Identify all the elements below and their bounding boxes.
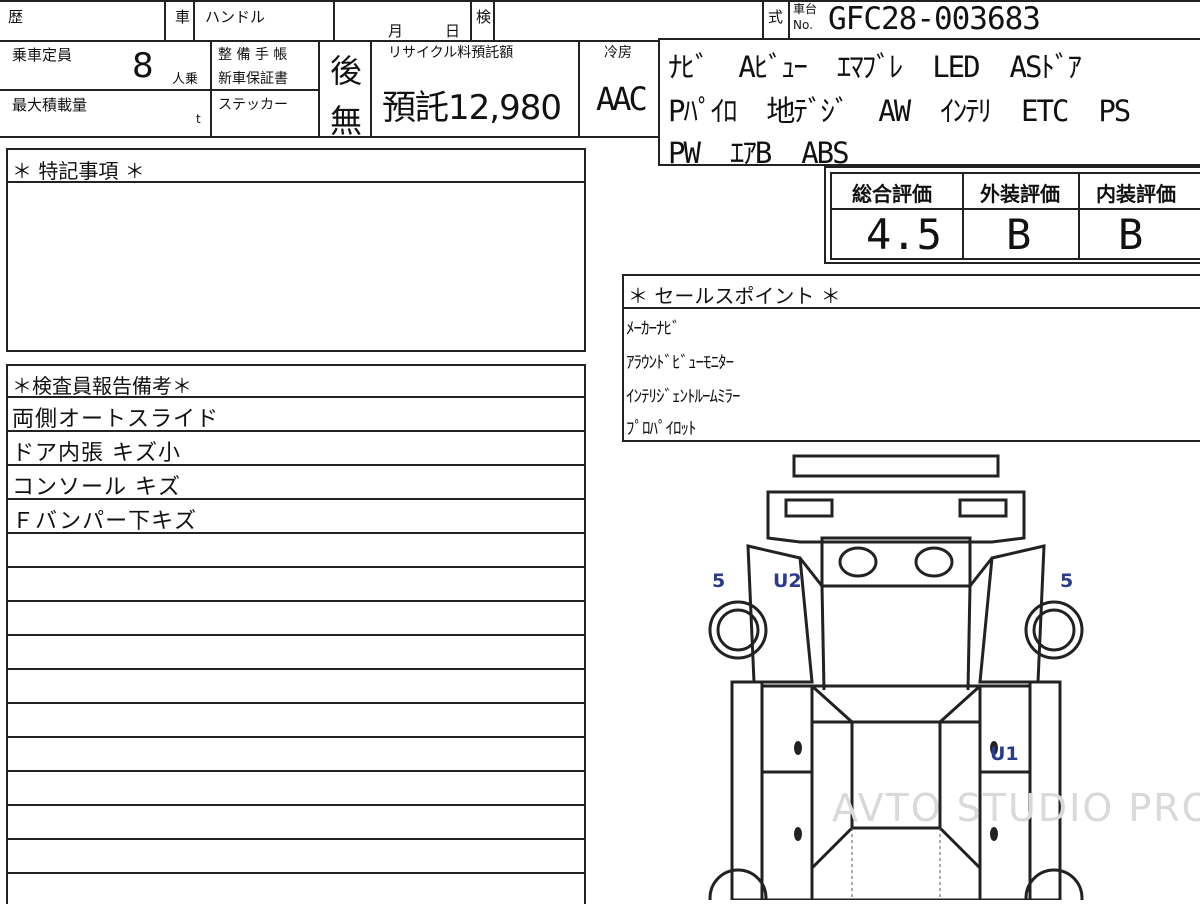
type-label: 式 [768, 8, 784, 26]
maintenance-value: 後 [330, 52, 363, 90]
fender-left [746, 544, 814, 684]
front-bumper [792, 454, 1000, 478]
remarks-rule [6, 872, 586, 874]
remark-item-1: 両側オートスライド [12, 407, 220, 432]
side-left [730, 680, 764, 900]
watermark: AVTO STUDIO PRO [832, 786, 1200, 830]
spec-v1 [210, 40, 212, 136]
v5 [493, 0, 495, 40]
remarks-rule [6, 770, 586, 772]
capacity-label: 乗車定員 [12, 46, 73, 64]
car-diagram [708, 454, 1084, 900]
interior-label: 内装評価 [1096, 182, 1176, 206]
damage-mark-right-side: U1 [990, 743, 1019, 765]
ratings-div-2 [1078, 172, 1080, 260]
spec-v3 [370, 40, 372, 136]
month-label: 月 [388, 22, 404, 40]
interior-value: B [1118, 210, 1144, 259]
v2 [193, 0, 195, 40]
v4 [470, 0, 472, 40]
equipment-line-2: Pﾊﾟｲﾛ 地ﾃﾞｼﾞ AW ｲﾝﾃﾘ ETC PS [668, 94, 1131, 128]
damage-mark-front-right-tire: 5 [1060, 570, 1074, 592]
equipment-line-1: ﾅﾋﾞ Aﾋﾞｭｰ ｴﾏﾌﾞﾚ LED ASﾄﾞｱ [668, 50, 1082, 84]
door-handle [794, 827, 802, 841]
sales-points-title: ＊ セールスポイント ＊ [628, 284, 841, 308]
damage-mark-front-left-tire: 5 [712, 570, 726, 592]
exterior-value: B [1006, 210, 1032, 259]
inspection-label: 検 [476, 8, 492, 26]
day-label: 日 [445, 22, 461, 40]
remarks-rule [6, 702, 586, 704]
remarks-rule [6, 838, 586, 840]
remarks-rule [6, 668, 586, 670]
recycle-value: 預託12,980 [382, 88, 562, 128]
damage-mark-front-left-fender: U2 [773, 570, 802, 592]
ac-label: 冷房 [604, 45, 632, 61]
capacity-unit: 人乗 [172, 72, 199, 87]
chassis-number: GFC28-003683 [828, 1, 1041, 37]
remarks-rule [6, 634, 586, 636]
remarks-rule [6, 736, 586, 738]
v7 [788, 0, 790, 40]
ratings-div-1 [962, 172, 964, 260]
chassis-label-bottom: No. [793, 18, 813, 32]
sticker-label: ステッカー [218, 97, 288, 113]
sales-point-3: ｲﾝﾃﾘｼﾞｪﾝﾄﾙｰﾑﾐﾗｰ [626, 387, 740, 407]
car-label: 車 [175, 8, 191, 26]
bay-circle-right [914, 546, 954, 578]
sales-point-4: ﾌﾟﾛﾊﾟｲﾛｯﾄ [626, 419, 696, 439]
remark-item-3: コンソール キズ [12, 475, 181, 500]
spec-v2 [318, 40, 320, 136]
overall-value: 4.5 [866, 210, 942, 259]
exterior-label: 外装評価 [980, 182, 1060, 206]
remarks-rule [6, 566, 586, 568]
sales-point-2: ｱﾗｳﾝﾄﾞﾋﾞｭｰﾓﾆﾀｰ [626, 353, 734, 373]
headlight-left [784, 498, 834, 518]
maintenance-label-2: 新車保証書 [218, 71, 288, 87]
tire-rear-right [1024, 868, 1084, 900]
capacity-value: 8 [132, 46, 154, 86]
header-bottom-line [0, 40, 660, 42]
sales-point-1: ﾒｰｶｰﾅﾋﾞ [626, 319, 680, 339]
special-notes-title: ＊ 特記事項 ＊ [12, 159, 145, 183]
handle-label: ハンドル [205, 8, 266, 26]
bay-circle-left [838, 546, 878, 578]
ac-value: AAC [596, 80, 648, 118]
door-handle [794, 741, 802, 755]
v1 [164, 0, 166, 40]
max-load-label: 最大積載量 [12, 96, 88, 114]
remarks-rule [6, 804, 586, 806]
remark-item-4: Ｆバンパー下キズ [12, 509, 198, 534]
sticker-value: 無 [330, 102, 363, 140]
remarks-rule [6, 600, 586, 602]
engine-bay [820, 536, 972, 588]
v6 [762, 0, 764, 40]
maintenance-label-1: 整 備 手 帳 [218, 47, 288, 63]
equipment-line-3: PW ｴｱB ABS [668, 136, 850, 170]
fender-right [978, 544, 1046, 684]
inspector-remarks-title: ＊検査員報告備考＊ [12, 374, 192, 398]
overall-label: 総合評価 [852, 182, 932, 206]
spec-mid-line [0, 89, 320, 91]
max-load-unit: t [196, 112, 201, 126]
remark-item-2: ドア内張 キズ小 [12, 441, 181, 466]
headlight-right [958, 498, 1008, 518]
chassis-label-top: 車台 [793, 2, 818, 16]
v3 [333, 0, 335, 40]
remarks-rule [6, 396, 586, 398]
recycle-label: リサイクル料預託額 [388, 45, 514, 61]
tire-rear-left [708, 868, 768, 900]
spec-v4 [578, 40, 580, 136]
history-label: 歴 [8, 8, 24, 26]
